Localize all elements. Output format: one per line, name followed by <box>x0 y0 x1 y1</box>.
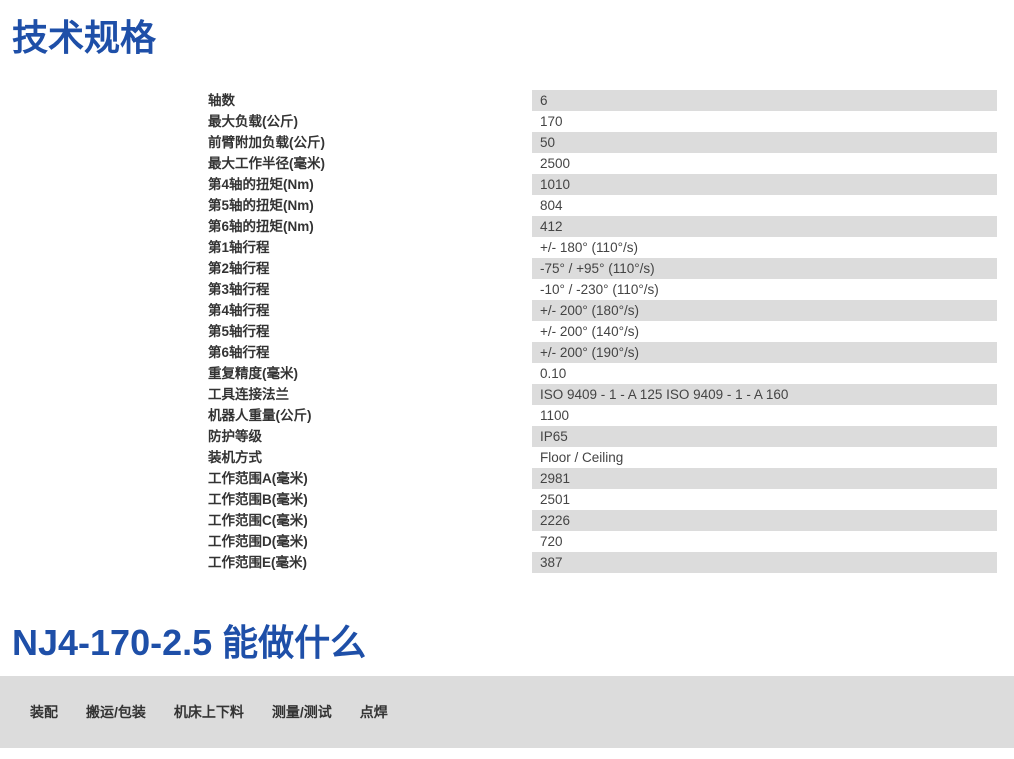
spec-value: 0.10 <box>540 366 567 381</box>
spec-value: 2981 <box>532 468 997 489</box>
tab-handling-packaging[interactable]: 搬运/包装 <box>86 702 146 722</box>
spec-key: 工作范围C(毫米) <box>208 513 308 528</box>
spec-row: 第1轴行程 +/- 180° (110°/s) <box>208 237 997 258</box>
spec-value: 6 <box>532 90 997 111</box>
spec-key: 机器人重量(公斤) <box>208 408 312 423</box>
spec-row: 机器人重量(公斤) 1100 <box>208 405 997 426</box>
spec-key: 第5轴的扭矩(Nm) <box>208 198 314 213</box>
tab-spot-welding[interactable]: 点焊 <box>360 702 388 722</box>
spec-row: 工具连接法兰 ISO 9409 - 1 - A 125 ISO 9409 - 1 … <box>208 384 997 405</box>
spec-row: 轴数 6 <box>208 90 997 111</box>
spec-key: 第4轴行程 <box>208 303 270 318</box>
spec-section-title: 技术规格 <box>12 17 157 58</box>
spec-row: 第6轴的扭矩(Nm) 412 <box>208 216 997 237</box>
spec-key: 工具连接法兰 <box>208 387 289 402</box>
spec-row: 第3轴行程 -10° / -230° (110°/s) <box>208 279 997 300</box>
spec-key: 工作范围D(毫米) <box>208 534 308 549</box>
spec-row: 最大负载(公斤) 170 <box>208 111 997 132</box>
spec-key: 第2轴行程 <box>208 261 270 276</box>
spec-row: 工作范围E(毫米) 387 <box>208 552 997 573</box>
spec-key: 重复精度(毫米) <box>208 366 298 381</box>
spec-value: 2226 <box>532 510 997 531</box>
spec-key: 装机方式 <box>208 450 262 465</box>
spec-key: 工作范围A(毫米) <box>208 471 308 486</box>
spec-value: 170 <box>540 114 563 129</box>
spec-key: 第1轴行程 <box>208 240 270 255</box>
spec-key: 第6轴的扭矩(Nm) <box>208 219 314 234</box>
spec-row: 第4轴行程 +/- 200° (180°/s) <box>208 300 997 321</box>
spec-value: 1100 <box>540 408 570 423</box>
spec-value: +/- 180° (110°/s) <box>540 240 638 255</box>
spec-value: Floor / Ceiling <box>540 450 624 465</box>
spec-value: ISO 9409 - 1 - A 125 ISO 9409 - 1 - A 16… <box>532 384 997 405</box>
spec-key: 轴数 <box>208 93 235 108</box>
spec-row: 最大工作半径(毫米) 2500 <box>208 153 997 174</box>
spec-row: 重复精度(毫米) 0.10 <box>208 363 997 384</box>
spec-value: +/- 200° (140°/s) <box>540 324 639 339</box>
spec-value: +/- 200° (190°/s) <box>532 342 997 363</box>
spec-key: 防护等级 <box>208 429 262 444</box>
spec-value: 2500 <box>540 156 571 171</box>
spec-value: IP65 <box>532 426 997 447</box>
applications-tab-bar: 装配 搬运/包装 机床上下料 测量/测试 点焊 <box>0 676 1014 748</box>
spec-row: 工作范围D(毫米) 720 <box>208 531 997 552</box>
spec-row: 工作范围B(毫米) 2501 <box>208 489 997 510</box>
spec-key: 前臂附加负载(公斤) <box>208 135 325 150</box>
spec-key: 最大负载(公斤) <box>208 114 298 129</box>
spec-value: 387 <box>532 552 997 573</box>
spec-value: 50 <box>532 132 997 153</box>
applications-section-title: NJ4-170-2.5 能做什么 <box>12 622 367 663</box>
spec-value: 2501 <box>540 492 571 507</box>
spec-row: 第5轴的扭矩(Nm) 804 <box>208 195 997 216</box>
tab-measurement-testing[interactable]: 测量/测试 <box>272 702 332 722</box>
spec-value: -75° / +95° (110°/s) <box>532 258 997 279</box>
spec-row: 第2轴行程 -75° / +95° (110°/s) <box>208 258 997 279</box>
spec-row: 第4轴的扭矩(Nm) 1010 <box>208 174 997 195</box>
spec-key: 第5轴行程 <box>208 324 270 339</box>
spec-key: 最大工作半径(毫米) <box>208 156 325 171</box>
tab-machine-tending[interactable]: 机床上下料 <box>174 702 244 722</box>
spec-value: 1010 <box>532 174 997 195</box>
spec-key: 第6轴行程 <box>208 345 270 360</box>
spec-value: -10° / -230° (110°/s) <box>540 282 659 297</box>
spec-key: 工作范围B(毫米) <box>208 492 308 507</box>
spec-row: 前臂附加负载(公斤) 50 <box>208 132 997 153</box>
spec-value: 720 <box>540 534 563 549</box>
tab-assembly[interactable]: 装配 <box>30 702 58 722</box>
spec-row: 装机方式 Floor / Ceiling <box>208 447 997 468</box>
spec-value: +/- 200° (180°/s) <box>532 300 997 321</box>
spec-table: 轴数 6 最大负载(公斤) 170 前臂附加负载(公斤) 50 最大工作半径(毫米) 2… <box>208 90 997 573</box>
spec-key: 工作范围E(毫米) <box>208 555 307 570</box>
spec-key: 第3轴行程 <box>208 282 270 297</box>
spec-row: 工作范围C(毫米) 2226 <box>208 510 997 531</box>
spec-row: 防护等级 IP65 <box>208 426 997 447</box>
spec-row: 工作范围A(毫米) 2981 <box>208 468 997 489</box>
spec-value: 804 <box>540 198 563 213</box>
spec-row: 第5轴行程 +/- 200° (140°/s) <box>208 321 997 342</box>
spec-row: 第6轴行程 +/- 200° (190°/s) <box>208 342 997 363</box>
spec-key: 第4轴的扭矩(Nm) <box>208 177 314 192</box>
spec-value: 412 <box>532 216 997 237</box>
